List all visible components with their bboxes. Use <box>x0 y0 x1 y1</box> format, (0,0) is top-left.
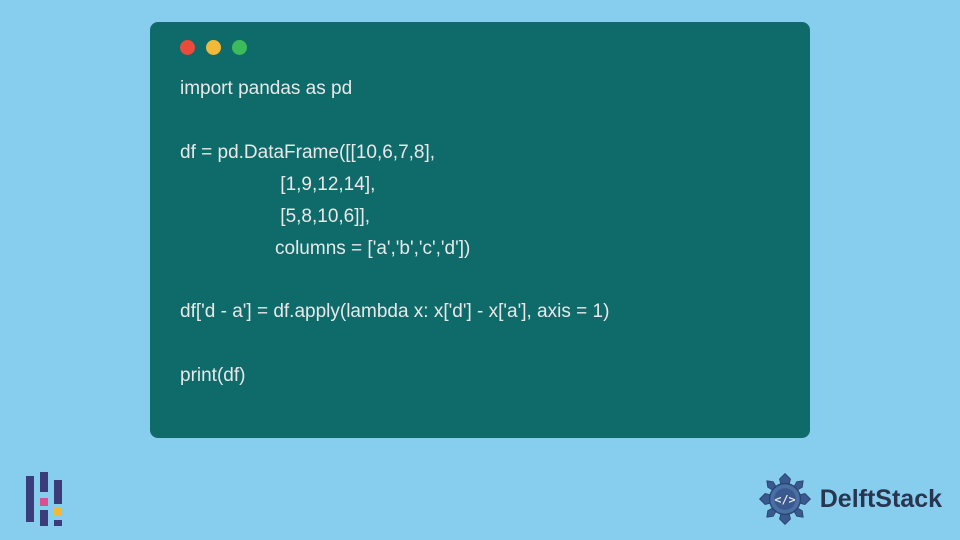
code-content: import pandas as pd df = pd.DataFrame([[… <box>180 73 780 392</box>
gear-icon: </> <box>756 470 814 528</box>
maximize-dot-icon <box>232 40 247 55</box>
code-window: import pandas as pd df = pd.DataFrame([[… <box>150 22 810 438</box>
close-dot-icon <box>180 40 195 55</box>
svg-text:</>: </> <box>774 493 795 507</box>
minimize-dot-icon <box>206 40 221 55</box>
brand-name: DelftStack <box>820 485 942 514</box>
left-brand-icon <box>18 468 80 530</box>
right-brand-logo: </> DelftStack <box>756 470 942 528</box>
window-controls <box>180 40 780 55</box>
